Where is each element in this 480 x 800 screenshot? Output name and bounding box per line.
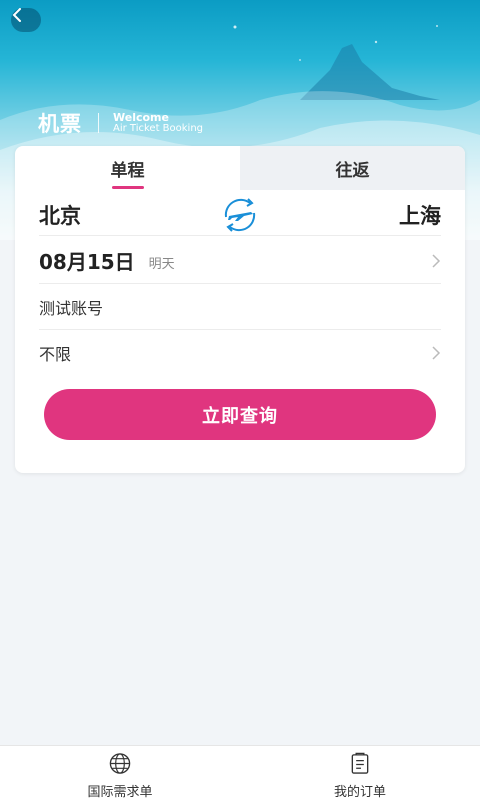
chevron-right-icon	[432, 346, 441, 360]
title-divider	[98, 113, 99, 133]
departure-date: 08月15日	[39, 250, 135, 274]
tab-one-way[interactable]: 单程	[15, 146, 240, 190]
order-list-icon	[351, 752, 369, 774]
date-relative-label: 明天	[148, 257, 175, 272]
nav-item-my-orders[interactable]: 我的订单	[240, 746, 480, 800]
search-card: 单程 往返 北京 上海 08月15日 明天 测试账号 不限 立即查询	[15, 146, 465, 473]
trip-type-tabs: 单程 往返	[15, 146, 465, 190]
chevron-right-icon	[432, 253, 441, 268]
active-tab-indicator	[111, 186, 144, 189]
account-row[interactable]: 测试账号	[39, 284, 441, 330]
search-button[interactable]: 立即查询	[44, 389, 436, 440]
route-row: 北京 上海	[39, 194, 441, 236]
tab-one-way-label: 单程	[110, 160, 145, 181]
arrival-city[interactable]: 上海	[399, 200, 441, 230]
tab-round-trip-label: 往返	[335, 160, 370, 181]
cabin-class-row[interactable]: 不限	[39, 330, 441, 376]
nav-label-my-orders: 我的订单	[333, 785, 386, 800]
account-value: 测试账号	[39, 298, 104, 318]
tab-round-trip[interactable]: 往返	[240, 146, 465, 190]
brand-block: 机票 Welcome Air Ticket Booking	[38, 108, 203, 138]
welcome-text: Welcome	[113, 111, 169, 124]
date-row[interactable]: 08月15日 明天	[39, 238, 441, 284]
chevron-left-icon	[12, 8, 21, 22]
nav-item-international-request[interactable]: 国际需求单	[0, 746, 240, 800]
departure-city[interactable]: 北京	[39, 200, 81, 230]
back-button[interactable]	[11, 8, 41, 32]
swap-cities-icon[interactable]	[220, 197, 260, 233]
bottom-nav: 国际需求单 我的订单	[0, 745, 480, 800]
cabin-class-value: 不限	[39, 345, 72, 364]
nav-label-international-request: 国际需求单	[87, 785, 153, 800]
globe-icon	[109, 753, 131, 774]
page-title: 机票	[38, 112, 82, 136]
tagline-text: Air Ticket Booking	[113, 123, 204, 134]
brand-subtitle: Welcome Air Ticket Booking	[113, 112, 203, 134]
